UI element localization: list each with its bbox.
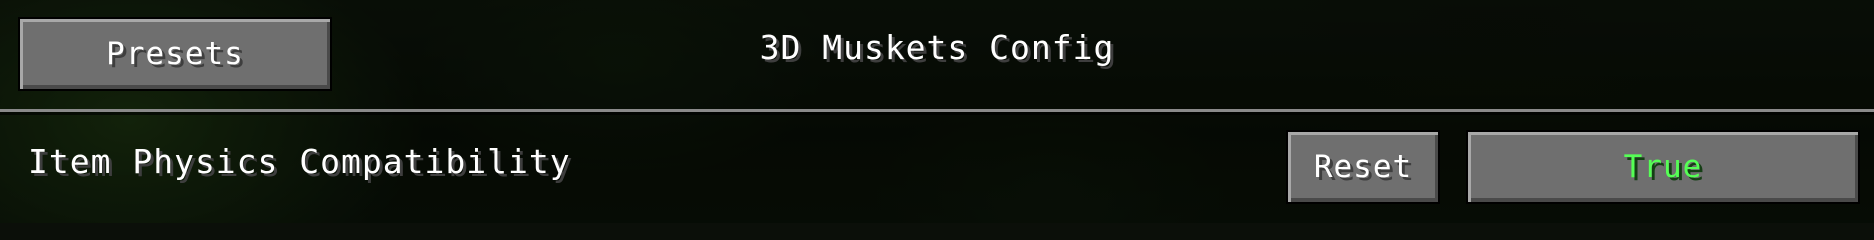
option-value-toggle-button[interactable]: True bbox=[1466, 130, 1860, 204]
header-divider bbox=[0, 109, 1874, 112]
config-screen: Presets 3D Muskets Config Item Physics C… bbox=[0, 0, 1874, 223]
reset-button[interactable]: Reset bbox=[1286, 130, 1440, 204]
reset-button-label: Reset bbox=[1313, 149, 1413, 185]
option-value-label: True bbox=[1623, 149, 1703, 185]
option-label-item-physics-compatibility: Item Physics Compatibility bbox=[28, 142, 571, 181]
page-title: 3D Muskets Config bbox=[759, 28, 1115, 67]
